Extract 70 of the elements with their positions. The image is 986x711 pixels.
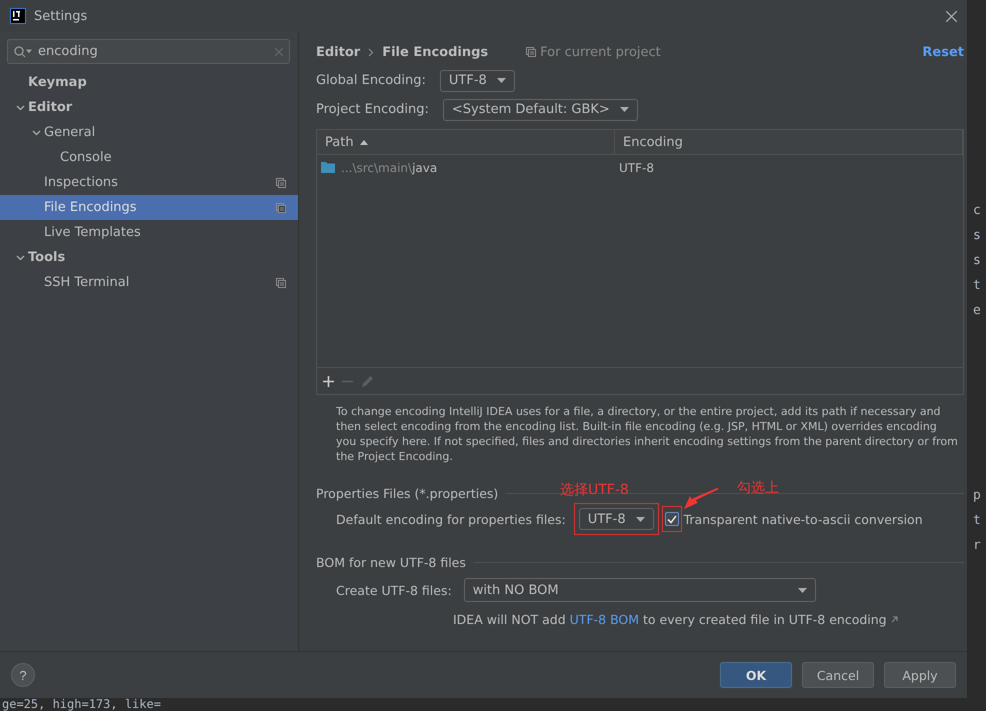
breadcrumb-item: File Encodings: [382, 44, 488, 60]
chevron-right-icon: [368, 48, 374, 56]
code-fragment: t: [973, 512, 982, 530]
chevron-down-icon[interactable]: [16, 253, 24, 262]
field-label: Project Encoding:: [316, 102, 429, 117]
project-scope-icon: [276, 278, 286, 288]
checkbox-label: Transparent native-to-ascii conversion: [684, 512, 923, 526]
code-fragment: c: [973, 202, 982, 220]
folder-icon: [321, 162, 335, 173]
dialog-button[interactable]: Apply: [884, 662, 956, 688]
table-cell-text: UTF-8: [618, 160, 655, 176]
code-fragment: s: [973, 252, 982, 270]
tree-item[interactable]: Keymap: [0, 70, 298, 95]
breadcrumb-item: Editor: [316, 44, 360, 60]
global-encoding-dropdown[interactable]: UTF-8: [440, 70, 515, 92]
sort-up-icon: [360, 140, 368, 144]
code-fragment: e: [973, 302, 982, 320]
section-title: BOM for new UTF-8 files: [316, 555, 466, 570]
column-header[interactable]: Path: [317, 130, 615, 154]
tree-item[interactable]: File Encodings: [0, 195, 298, 220]
project-scope-icon: [276, 202, 286, 212]
chevron-down-icon[interactable]: [32, 128, 40, 137]
ok-button[interactable]: OK: [720, 662, 792, 688]
checkbox[interactable]: [664, 512, 679, 526]
project-encoding-dropdown[interactable]: <System Default: GBK>: [442, 98, 638, 120]
field-label: Create UTF-8 files:: [336, 582, 452, 598]
tree-item[interactable]: Editor: [0, 95, 298, 120]
code-line: ge=25, high=173, like=: [2, 698, 161, 711]
field-label: Global Encoding:: [316, 73, 426, 88]
caret-icon: [620, 107, 629, 112]
section-title: Properties Files (*.properties): [316, 486, 498, 501]
help-text: To change encoding IntelliJ IDEA uses for a file, a directory, or the entire project, add its path if necessary and then select encoding from the encoding list. Built-in file encoding (e.g. JSP, HTML or XML) overrides encoding you specify here. If not specified, files and directories inherit encoding settings from the parent directory or from the Project Encoding.: [336, 404, 959, 464]
scope-note: For current project: [540, 44, 661, 60]
window-title: Settings: [34, 8, 88, 24]
annotation-label: 勾选上: [737, 479, 779, 497]
annotation-arrow: [684, 488, 720, 510]
close-icon[interactable]: [946, 10, 958, 22]
caret-icon: [636, 516, 645, 522]
tree-item[interactable]: Console: [0, 145, 298, 170]
external-link-icon: [890, 616, 898, 623]
project-scope-icon: [526, 47, 536, 57]
caret-icon: [798, 588, 807, 592]
bom-dropdown[interactable]: with NO BOM: [464, 578, 816, 602]
bom-note: IDEA will NOT add UTF-8 BOM to every created file in UTF-8 encoding: [453, 612, 887, 627]
add-icon[interactable]: [323, 376, 334, 386]
code-fragment: p: [973, 487, 982, 505]
annotation-label: 选择UTF-8: [560, 481, 629, 499]
search-icon: [14, 46, 32, 58]
table-cell: ...\src\main\java: [317, 155, 615, 180]
tree-item[interactable]: Tools: [0, 245, 298, 270]
help-button[interactable]: ?: [11, 663, 35, 687]
project-scope-icon: [276, 178, 286, 188]
search-field[interactable]: encoding: [7, 39, 290, 64]
tree-item[interactable]: SSH Terminal: [0, 270, 298, 295]
chevron-down-icon[interactable]: [16, 103, 24, 112]
code-fragment: t: [973, 277, 982, 295]
tree-item[interactable]: Live Templates: [0, 220, 298, 245]
search-input[interactable]: encoding: [38, 44, 269, 59]
code-fragment: s: [973, 227, 982, 245]
dialog-button[interactable]: Cancel: [802, 662, 874, 688]
caret-icon: [496, 78, 506, 83]
tree-item[interactable]: Inspections: [0, 170, 298, 195]
bom-link[interactable]: UTF-8 BOM: [570, 612, 640, 627]
code-fragment: r: [973, 537, 982, 555]
field-label: Default encoding for properties files:: [336, 512, 566, 526]
reset-link[interactable]: Reset: [922, 44, 964, 60]
app-logo-icon: [10, 8, 26, 24]
column-header[interactable]: Encoding: [615, 130, 964, 154]
properties-encoding-dropdown[interactable]: UTF-8: [578, 508, 654, 530]
tree-item[interactable]: General: [0, 120, 298, 145]
